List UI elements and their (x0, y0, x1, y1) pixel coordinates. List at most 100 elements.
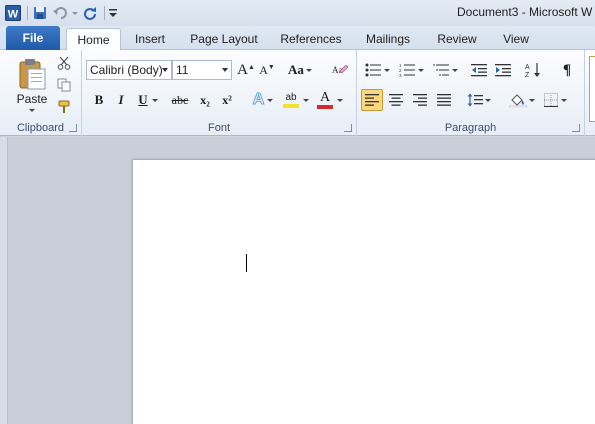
tab-insert[interactable]: Insert (127, 28, 173, 50)
bullets-button[interactable] (363, 60, 391, 80)
font-size-value: 11 (176, 63, 189, 77)
increase-indent-icon[interactable] (493, 60, 513, 80)
align-right-button[interactable] (409, 89, 431, 111)
text-effects-button[interactable]: A (250, 90, 276, 110)
bold-button[interactable]: B (90, 90, 108, 110)
chevron-down-icon (560, 98, 567, 102)
bullets-icon (365, 63, 381, 77)
shading-button[interactable] (507, 89, 537, 111)
shrink-font-arrow-icon: ▼ (267, 63, 275, 71)
repeat-icon[interactable] (81, 4, 99, 22)
align-right-icon (413, 94, 427, 106)
font-size-select[interactable]: 11 (172, 60, 232, 80)
font-family-select[interactable]: Calibri (Body) (86, 60, 172, 80)
chevron-down-icon (222, 68, 228, 72)
text-cursor (246, 254, 247, 272)
tab-page-layout[interactable]: Page Layout (184, 28, 264, 50)
font-group: Calibri (Body) 11 A ▲ A ▼ Aa Aa B I U abc … (82, 50, 357, 136)
chevron-down-icon (305, 68, 312, 72)
change-case-label: Aa (288, 62, 304, 77)
paste-button[interactable]: Paste (12, 54, 52, 116)
save-icon[interactable] (31, 4, 49, 22)
font-color-label: A (319, 89, 331, 105)
numbering-icon: 123 (399, 63, 415, 77)
font-dialog-launcher-icon[interactable] (344, 124, 352, 132)
subscript-button[interactable]: x₂ (195, 90, 215, 110)
ribbon-tabs: File Home Insert Page Layout References … (0, 26, 595, 51)
justify-button[interactable] (433, 89, 455, 111)
font-family-value: Calibri (Body) (90, 63, 163, 77)
align-left-button[interactable] (361, 89, 383, 111)
undo-icon[interactable] (51, 4, 69, 22)
left-ruler-bar (0, 137, 8, 424)
sort-icon[interactable]: AZ (523, 60, 543, 80)
decrease-indent-icon[interactable] (469, 60, 489, 80)
clipboard-dialog-launcher-icon[interactable] (69, 124, 77, 132)
multilevel-list-button[interactable] (431, 60, 459, 80)
align-center-icon (389, 94, 403, 106)
paragraph-group-label: Paragraph (444, 122, 497, 134)
chevron-down-icon (162, 68, 168, 72)
align-left-icon (365, 94, 379, 106)
highlight-swatch (283, 103, 299, 108)
paragraph-dialog-launcher-icon[interactable] (572, 124, 580, 132)
chevron-down-icon (151, 98, 158, 102)
quick-access-toolbar: W (4, 3, 120, 23)
strikethrough-button[interactable]: abc (168, 90, 192, 110)
highlight-color-button[interactable]: ab (281, 90, 311, 110)
show-formatting-marks-button[interactable]: ¶ (557, 60, 577, 80)
superscript-button[interactable]: x² (217, 90, 237, 110)
align-center-button[interactable] (385, 89, 407, 111)
tab-file[interactable]: File (6, 26, 60, 50)
tab-references[interactable]: References (277, 28, 345, 50)
shrink-font-label: A (259, 62, 268, 77)
tab-home[interactable]: Home (66, 28, 121, 51)
chevron-down-icon (451, 68, 458, 72)
text-effects-label: A (252, 91, 265, 109)
chevron-down-icon (417, 68, 424, 72)
underline-button[interactable]: U (135, 90, 161, 110)
font-color-button[interactable]: A (315, 90, 345, 110)
underline-label: U (138, 92, 148, 107)
ribbon: Paste Clipboard Calibri (Body) 11 A ▲ A ▼ … (0, 50, 595, 136)
numbering-button[interactable]: 123 (397, 60, 425, 80)
format-painter-icon[interactable] (55, 98, 73, 116)
word-app-icon[interactable]: W (4, 4, 22, 22)
chevron-down-icon (529, 98, 535, 102)
window-title: Document3 - Microsoft W (457, 5, 593, 19)
paragraph-group: 123 AZ ¶ Paragraph (357, 50, 585, 136)
justify-icon (437, 94, 451, 106)
chevron-down-icon (267, 98, 274, 102)
styles-gallery-edge[interactable] (589, 56, 595, 122)
shrink-font-button[interactable]: A ▼ (257, 60, 277, 80)
svg-text:Z: Z (525, 72, 530, 78)
cut-icon[interactable] (55, 54, 73, 72)
multilevel-list-icon (432, 64, 449, 76)
chevron-down-icon (383, 68, 390, 72)
copy-icon[interactable] (55, 76, 73, 94)
font-color-swatch (317, 104, 333, 109)
chevron-down-icon (303, 98, 309, 102)
borders-button[interactable] (541, 89, 569, 111)
svg-text:W: W (8, 9, 19, 21)
grow-font-button[interactable]: A ▲ (236, 60, 256, 80)
italic-button[interactable]: I (112, 90, 130, 110)
line-spacing-button[interactable] (465, 89, 493, 111)
line-spacing-icon (467, 93, 483, 107)
customize-toolbar-icon[interactable] (108, 4, 118, 22)
tab-mailings[interactable]: Mailings (359, 28, 417, 50)
svg-text:A: A (525, 64, 530, 71)
paste-icon (19, 59, 46, 90)
grow-font-label: A (237, 61, 248, 78)
change-case-button[interactable]: Aa (286, 60, 314, 80)
font-group-label: Font (207, 122, 230, 134)
undo-dropdown-icon[interactable] (71, 4, 79, 22)
paste-dropdown-icon (29, 109, 35, 112)
paste-label: Paste (16, 92, 48, 106)
tab-review[interactable]: Review (432, 28, 482, 50)
highlight-label: ab (285, 91, 297, 103)
clear-formatting-icon[interactable]: Aa (329, 60, 351, 80)
document-page[interactable] (133, 160, 595, 424)
toolbar-separator (27, 6, 28, 20)
tab-view[interactable]: View (497, 28, 535, 50)
